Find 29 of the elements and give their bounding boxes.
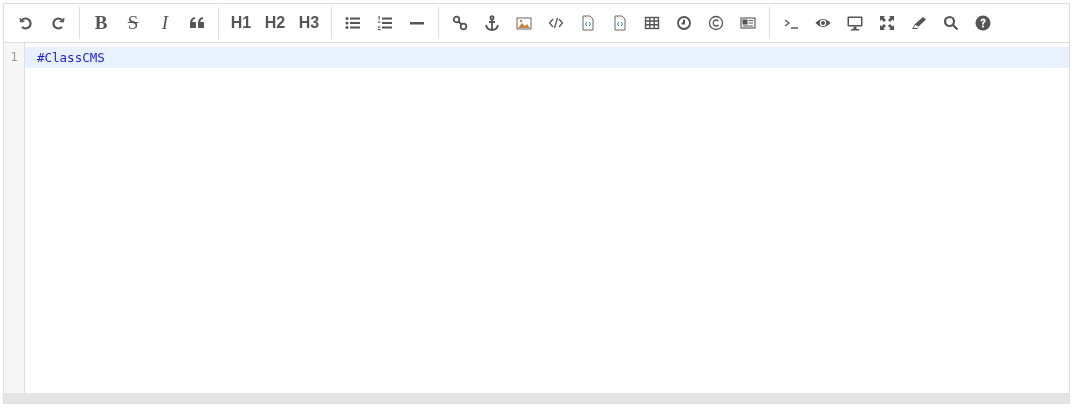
quote-icon: [189, 15, 205, 31]
line-number: 1: [9, 49, 19, 66]
expand-icon: [879, 15, 895, 31]
bold-button[interactable]: B: [85, 8, 117, 38]
code-area[interactable]: #ClassCMS: [25, 43, 1069, 393]
undo-icon: [18, 15, 34, 31]
numbered-list-icon: [377, 15, 393, 31]
code-file-icon: [612, 15, 628, 31]
code-file-icon: [580, 15, 596, 31]
help-icon: [975, 15, 991, 31]
heading-button[interactable]: H2: [258, 8, 292, 38]
heading-button[interactable]: H3: [292, 8, 326, 38]
heading-button[interactable]: H1: [224, 8, 258, 38]
horizontal-scrollbar[interactable]: [4, 393, 1069, 403]
image-icon: [516, 15, 532, 31]
copyright-icon: [708, 15, 724, 31]
bullet-list-icon: [345, 15, 361, 31]
strikethrough-button[interactable]: S: [117, 8, 149, 38]
clock-icon: [676, 15, 692, 31]
italic-button[interactable]: I: [149, 8, 181, 38]
anchor-icon: [484, 15, 500, 31]
newspaper-icon: [740, 15, 756, 31]
code-icon: [548, 15, 564, 31]
search-icon: [943, 15, 959, 31]
monitor-icon: [847, 15, 863, 31]
link-icon: [452, 15, 468, 31]
horizontal-rule-icon: [410, 21, 424, 25]
redo-icon: [50, 15, 66, 31]
table-icon: [644, 15, 660, 31]
